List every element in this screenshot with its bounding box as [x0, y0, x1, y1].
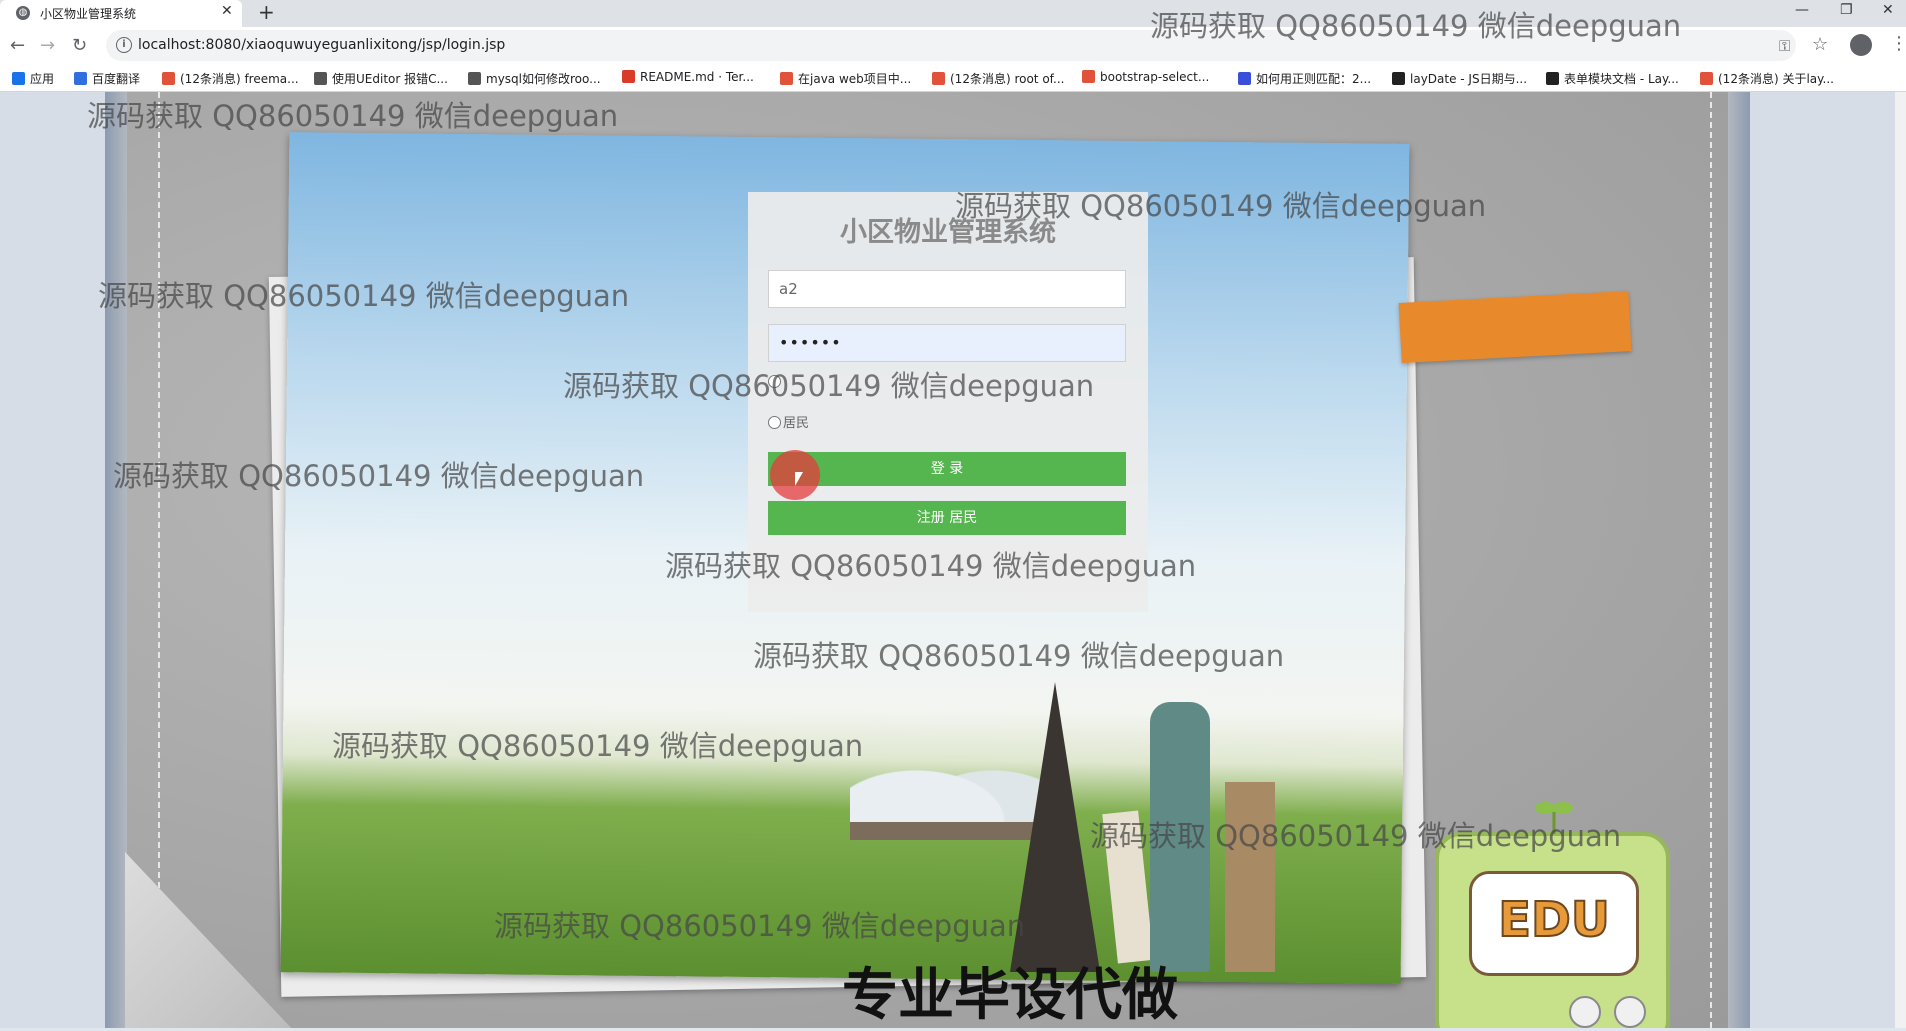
knob-icon: [1614, 996, 1646, 1028]
bookmark-favicon-icon: [1238, 72, 1251, 85]
radio-circle-icon[interactable]: [768, 416, 781, 429]
bookmark-label: bootstrap-select...: [1100, 70, 1210, 84]
bookmark-label: mysql如何修改roo...: [486, 72, 601, 86]
bookmark-item[interactable]: 百度翻译: [74, 70, 140, 86]
bookmark-item[interactable]: 如何用正则匹配：2...: [1238, 70, 1371, 86]
tab-title: 小区物业管理系统: [40, 7, 137, 21]
edu-label: EDU: [1497, 891, 1611, 949]
bookmark-favicon-icon: [1546, 72, 1559, 85]
username-input[interactable]: a2: [768, 270, 1126, 308]
edu-screen: EDU: [1469, 871, 1639, 976]
bookmark-item[interactable]: mysql如何修改roo...: [468, 70, 601, 86]
bookmark-label: README.md · Ter...: [640, 70, 754, 84]
back-icon[interactable]: ←: [10, 35, 25, 56]
window-close-icon[interactable]: ✕: [1882, 2, 1894, 18]
bookmark-favicon-icon: [468, 72, 481, 85]
mouse-cursor-icon: [795, 472, 803, 486]
bookmark-label: 表单模块文档 - Lay...: [1564, 72, 1679, 86]
bookmark-favicon-icon: [1392, 72, 1405, 85]
bookmark-item[interactable]: (12条消息) freema...: [162, 70, 299, 86]
bookmark-item[interactable]: (12条消息) root of...: [932, 70, 1064, 86]
board-edge-right: [1728, 92, 1750, 1028]
apps-grid-icon: [12, 72, 25, 85]
bookmark-favicon-icon: [74, 72, 87, 85]
bookmark-item[interactable]: 在java web项目中...: [780, 70, 911, 86]
bookmark-favicon-icon: [314, 72, 327, 85]
browser-tab[interactable]: ◍ 小区物业管理系统 ✕: [0, 0, 242, 27]
radio-resident-label: 居民: [783, 416, 810, 431]
bookmark-item[interactable]: 使用UEditor 报错C...: [314, 70, 448, 86]
watermark: 源码获取 QQ86050149 微信deepguan: [1150, 9, 1682, 43]
bookmark-favicon-icon: [780, 72, 793, 85]
bookmarks-bar: 应用 百度翻译 (12条消息) freema... 使用UEditor 报错C... m…: [0, 64, 1906, 92]
bookmark-item[interactable]: layDate - JS日期与...: [1392, 70, 1527, 86]
board-edge-left: [105, 92, 127, 1028]
restore-icon[interactable]: ❐: [1840, 2, 1853, 18]
bookmark-label: (12条消息) freema...: [180, 72, 299, 86]
key-icon[interactable]: ⚿: [1779, 37, 1790, 55]
bookmark-item[interactable]: (12条消息) 关于lay...: [1700, 70, 1834, 86]
bookmark-star-icon[interactable]: ☆: [1812, 34, 1828, 55]
url-text: localhost:8080/xiaoquwuyeguanlixitong/js…: [138, 37, 506, 53]
bookmark-favicon-icon: [622, 70, 635, 83]
globe-icon: ◍: [16, 6, 30, 20]
bookmark-item[interactable]: README.md · Ter...: [622, 70, 754, 86]
watermark: 源码获取 QQ86050149 微信deepguan: [753, 639, 1285, 673]
watermark: 源码获取 QQ86050149 微信deepguan: [87, 99, 619, 133]
bookmark-label: (12条消息) 关于lay...: [1718, 72, 1834, 86]
promo-banner: 专业毕设代做: [842, 963, 1178, 1028]
tab-close-icon[interactable]: ✕: [221, 3, 233, 19]
info-icon[interactable]: i: [116, 37, 132, 53]
account-icon[interactable]: [1850, 34, 1872, 56]
bookmark-label: 百度翻译: [92, 72, 141, 86]
role-radio-resident[interactable]: 居民: [768, 412, 809, 431]
bookmark-favicon-icon: [1700, 72, 1713, 85]
minimize-icon[interactable]: —: [1795, 2, 1809, 18]
watermark: 源码获取 QQ86050149 微信deepguan: [494, 909, 1026, 943]
bookmark-item[interactable]: 应用: [12, 70, 54, 86]
bookmark-label: layDate - JS日期与...: [1410, 72, 1528, 86]
watermark: 源码获取 QQ86050149 微信deepguan: [332, 729, 864, 763]
password-input[interactable]: ••••••: [768, 324, 1126, 362]
bookmark-label: 如何用正则匹配：2...: [1256, 72, 1372, 86]
edu-tv-logo: EDU: [1435, 802, 1670, 1028]
orange-tape: [1398, 291, 1632, 363]
bookmark-label: (12条消息) root of...: [950, 72, 1065, 86]
bookmark-label: 使用UEditor 报错C...: [332, 72, 448, 86]
bookmark-favicon-icon: [932, 72, 945, 85]
watermark: 源码获取 QQ86050149 微信deepguan: [955, 189, 1487, 223]
stitch-line-right: [1710, 92, 1712, 1028]
watermark: 源码获取 QQ86050149 微信deepguan: [563, 369, 1095, 403]
bookmark-favicon-icon: [162, 72, 175, 85]
bookmark-item[interactable]: 表单模块文档 - Lay...: [1546, 70, 1679, 86]
register-resident-button[interactable]: 注册 居民: [768, 501, 1126, 535]
watermark: 源码获取 QQ86050149 微信deepguan: [665, 549, 1197, 583]
new-tab-button[interactable]: +: [258, 0, 275, 24]
watermark: 源码获取 QQ86050149 微信deepguan: [98, 279, 630, 313]
more-menu-icon[interactable]: ⋮: [1890, 33, 1906, 54]
bookmark-label: 在java web项目中...: [798, 72, 912, 86]
big-ben-image: [1225, 782, 1275, 972]
page-scrollbar[interactable]: [1895, 92, 1906, 1028]
bookmark-favicon-icon: [1082, 70, 1095, 83]
login-button[interactable]: 登 录: [768, 452, 1126, 486]
forward-icon[interactable]: →: [40, 35, 55, 56]
reload-icon[interactable]: ↻: [72, 35, 87, 56]
watermark: 源码获取 QQ86050149 微信deepguan: [1090, 819, 1622, 853]
bookmark-item[interactable]: bootstrap-select...: [1082, 70, 1209, 86]
knob-icon: [1569, 996, 1601, 1028]
watermark: 源码获取 QQ86050149 微信deepguan: [113, 459, 645, 493]
bookmark-label: 应用: [30, 72, 55, 86]
